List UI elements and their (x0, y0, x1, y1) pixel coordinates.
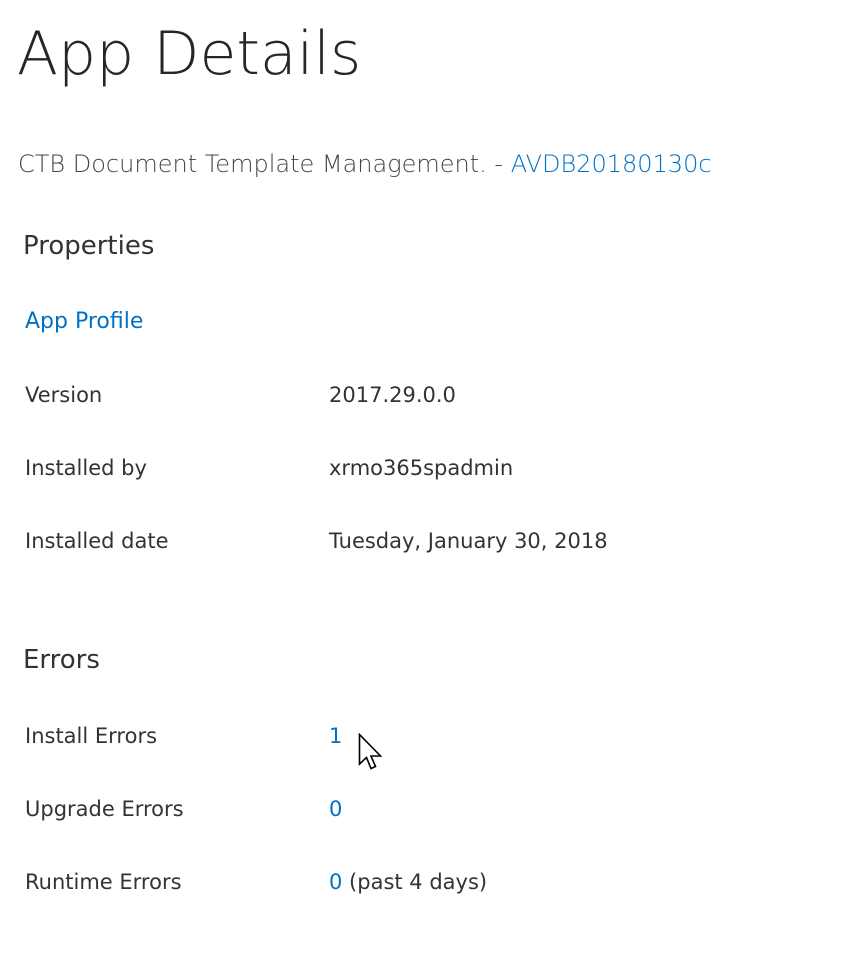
install-errors-label: Install Errors (25, 724, 158, 748)
upgrade-errors-value: 0 (329, 794, 342, 824)
properties-heading: Properties (23, 231, 155, 261)
installed-date-value: Tuesday, January 30, 2018 (329, 529, 608, 553)
site-link[interactable]: AVDB20180130c (511, 150, 712, 178)
install-errors-value: 1 (329, 721, 342, 751)
subtitle-separator: - (486, 150, 511, 178)
mouse-pointer-icon (358, 733, 383, 770)
app-subtitle: CTB Document Template Management. - AVDB… (18, 147, 712, 181)
upgrade-errors-label: Upgrade Errors (25, 797, 184, 821)
errors-heading: Errors (23, 645, 100, 675)
runtime-errors-value: 0 (past 4 days) (329, 867, 487, 897)
version-label: Version (25, 383, 103, 407)
upgrade-errors-count-link[interactable]: 0 (329, 797, 342, 821)
app-profile-link[interactable]: App Profile (25, 306, 143, 338)
installed-by-label: Installed by (25, 456, 147, 480)
app-name: CTB Document Template Management. (18, 150, 487, 178)
runtime-errors-suffix: (past 4 days) (342, 870, 488, 894)
runtime-errors-label: Runtime Errors (25, 870, 182, 894)
version-value: 2017.29.0.0 (329, 383, 456, 407)
runtime-errors-count-link[interactable]: 0 (329, 870, 342, 894)
page-title: App Details (17, 19, 362, 89)
installed-date-label: Installed date (25, 529, 169, 553)
installed-by-value: xrmo365spadmin (329, 456, 514, 480)
install-errors-count-link[interactable]: 1 (329, 724, 342, 748)
